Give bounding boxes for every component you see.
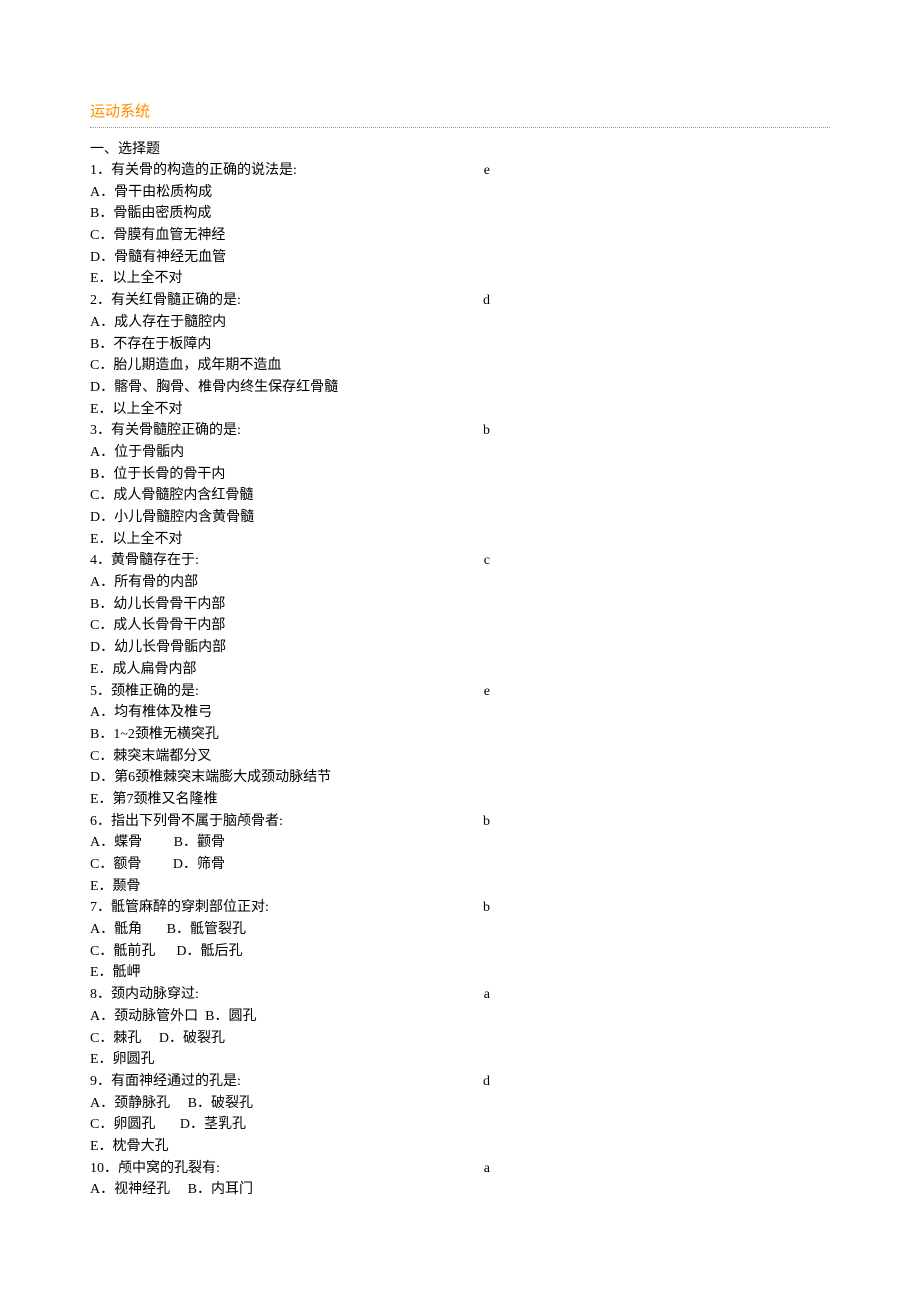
question-text: 骶管麻醉的穿刺部位正对:	[111, 897, 269, 919]
option-line: B．幼儿长骨骨干内部	[90, 594, 830, 616]
question-number: 9．	[90, 1071, 111, 1093]
option-line: C．额骨 D．筛骨	[90, 854, 830, 876]
option-line: C．胎儿期造血，成年期不造血	[90, 355, 830, 377]
question-line: 6．指出下列骨不属于脑颅骨者: b	[90, 811, 830, 833]
question: 10．颅中窝的孔裂有: aA．视神经孔 B．内耳门	[90, 1158, 830, 1201]
question-line: 3．有关骨髓腔正确的是: b	[90, 420, 830, 442]
option-line: D．髂骨、胸骨、椎骨内终生保存红骨髓	[90, 377, 830, 399]
option-line: A．颈动脉管外口 B．圆孔	[90, 1006, 830, 1028]
option-line: A．骨干由松质构成	[90, 182, 830, 204]
option-line: A．所有骨的内部	[90, 572, 830, 594]
option-line: B．骨骺由密质构成	[90, 203, 830, 225]
question-answer: a	[484, 984, 830, 1006]
question-number: 1．	[90, 160, 111, 182]
option-line: C．棘孔 D．破裂孔	[90, 1028, 830, 1050]
question-line: 5．颈椎正确的是: e	[90, 681, 830, 703]
option-line: E．以上全不对	[90, 399, 830, 421]
option-line: E．卵圆孔	[90, 1049, 830, 1071]
question-answer: d	[483, 1071, 830, 1093]
question-number: 8．	[90, 984, 111, 1006]
question-line: 7．骶管麻醉的穿刺部位正对: b	[90, 897, 830, 919]
question-answer: b	[483, 420, 830, 442]
question-line: 1．有关骨的构造的正确的说法是: e	[90, 160, 830, 182]
question-text: 有关红骨髓正确的是:	[111, 290, 241, 312]
option-line: E．枕骨大孔	[90, 1136, 830, 1158]
document-page: 运动系统 一、选择题 1．有关骨的构造的正确的说法是:eA．骨干由松质构成B．骨…	[0, 0, 920, 1241]
question-text: 有关骨髓腔正确的是:	[111, 420, 241, 442]
question: 6．指出下列骨不属于脑颅骨者: bA．蝶骨 B．颧骨C．额骨 D．筛骨E．颞骨	[90, 811, 830, 898]
question-text: 指出下列骨不属于脑颅骨者:	[111, 811, 283, 833]
title-divider	[90, 127, 830, 128]
question: 4．黄骨髓存在于: cA．所有骨的内部B．幼儿长骨骨干内部C．成人长骨骨干内部D．…	[90, 550, 830, 680]
section-header: 一、选择题	[90, 138, 830, 158]
option-line: C．骶前孔 D．骶后孔	[90, 941, 830, 963]
question-line: 2．有关红骨髓正确的是: d	[90, 290, 830, 312]
option-line: B．位于长骨的骨干内	[90, 464, 830, 486]
question-line: 8．颈内动脉穿过: a	[90, 984, 830, 1006]
option-line: E．成人扁骨内部	[90, 659, 830, 681]
question-number: 7．	[90, 897, 111, 919]
option-line: C．卵圆孔 D．茎乳孔	[90, 1114, 830, 1136]
option-line: E．第7颈椎又名隆椎	[90, 789, 830, 811]
option-line: E．以上全不对	[90, 268, 830, 290]
option-line: D．第6颈椎棘突末端膨大成颈动脉结节	[90, 767, 830, 789]
document-title: 运动系统	[90, 100, 830, 121]
question-text: 颈内动脉穿过:	[111, 984, 199, 1006]
option-line: C．棘突末端都分叉	[90, 746, 830, 768]
question-text: 有关骨的构造的正确的说法是:	[111, 160, 297, 182]
option-line: D．小儿骨髓腔内含黄骨髓	[90, 507, 830, 529]
question-number: 5．	[90, 681, 111, 703]
option-line: E．颞骨	[90, 876, 830, 898]
question: 7．骶管麻醉的穿刺部位正对: bA．骶角 B．骶管裂孔C．骶前孔 D．骶后孔E．骶…	[90, 897, 830, 984]
question-text: 颈椎正确的是:	[111, 681, 199, 703]
question-text: 黄骨髓存在于:	[111, 550, 199, 572]
option-line: D．幼儿长骨骨骺内部	[90, 637, 830, 659]
question-text: 有面神经通过的孔是:	[111, 1071, 241, 1093]
question-answer: c	[484, 550, 830, 572]
question-number: 3．	[90, 420, 111, 442]
question-number: 2．	[90, 290, 111, 312]
option-line: C．骨膜有血管无神经	[90, 225, 830, 247]
question-answer: e	[484, 681, 830, 703]
question-answer: b	[483, 811, 830, 833]
question: 5．颈椎正确的是: eA．均有椎体及椎弓B．1~2颈椎无横突孔C．棘突末端都分叉D…	[90, 681, 830, 811]
question-line: 4．黄骨髓存在于: c	[90, 550, 830, 572]
option-line: A．成人存在于髓腔内	[90, 312, 830, 334]
question-number: 4．	[90, 550, 111, 572]
question-answer: d	[483, 290, 830, 312]
question-text: 颅中窝的孔裂有:	[118, 1158, 220, 1180]
option-line: C．成人长骨骨干内部	[90, 615, 830, 637]
option-line: A．颈静脉孔 B．破裂孔	[90, 1093, 830, 1115]
question-line: 10．颅中窝的孔裂有: a	[90, 1158, 830, 1180]
question: 1．有关骨的构造的正确的说法是: eA．骨干由松质构成B．骨骺由密质构成C．骨膜有…	[90, 160, 830, 290]
question-answer: b	[483, 897, 830, 919]
question-number: 10．	[90, 1158, 118, 1180]
questions-container: 1．有关骨的构造的正确的说法是:eA．骨干由松质构成B．骨骺由密质构成C．骨膜有…	[90, 160, 830, 1201]
option-line: D．骨髓有神经无血管	[90, 247, 830, 269]
question: 3．有关骨髓腔正确的是: bA．位于骨骺内B．位于长骨的骨干内C．成人骨髓腔内含红…	[90, 420, 830, 550]
option-line: B．不存在于板障内	[90, 334, 830, 356]
question: 9．有面神经通过的孔是: dA．颈静脉孔 B．破裂孔C．卵圆孔 D．茎乳孔E．枕骨…	[90, 1071, 830, 1158]
question-answer: e	[484, 160, 830, 182]
option-line: A．均有椎体及椎弓	[90, 702, 830, 724]
option-line: A．视神经孔 B．内耳门	[90, 1179, 830, 1201]
option-line: C．成人骨髓腔内含红骨髓	[90, 485, 830, 507]
option-line: E．骶岬	[90, 962, 830, 984]
question-line: 9．有面神经通过的孔是: d	[90, 1071, 830, 1093]
question: 8．颈内动脉穿过: aA．颈动脉管外口 B．圆孔C．棘孔 D．破裂孔E．卵圆孔	[90, 984, 830, 1071]
option-line: A．蝶骨 B．颧骨	[90, 832, 830, 854]
option-line: E．以上全不对	[90, 529, 830, 551]
option-line: A．位于骨骺内	[90, 442, 830, 464]
question: 2．有关红骨髓正确的是: dA．成人存在于髓腔内B．不存在于板障内C．胎儿期造血，…	[90, 290, 830, 420]
question-answer: a	[484, 1158, 830, 1180]
option-line: B．1~2颈椎无横突孔	[90, 724, 830, 746]
question-number: 6．	[90, 811, 111, 833]
option-line: A．骶角 B．骶管裂孔	[90, 919, 830, 941]
